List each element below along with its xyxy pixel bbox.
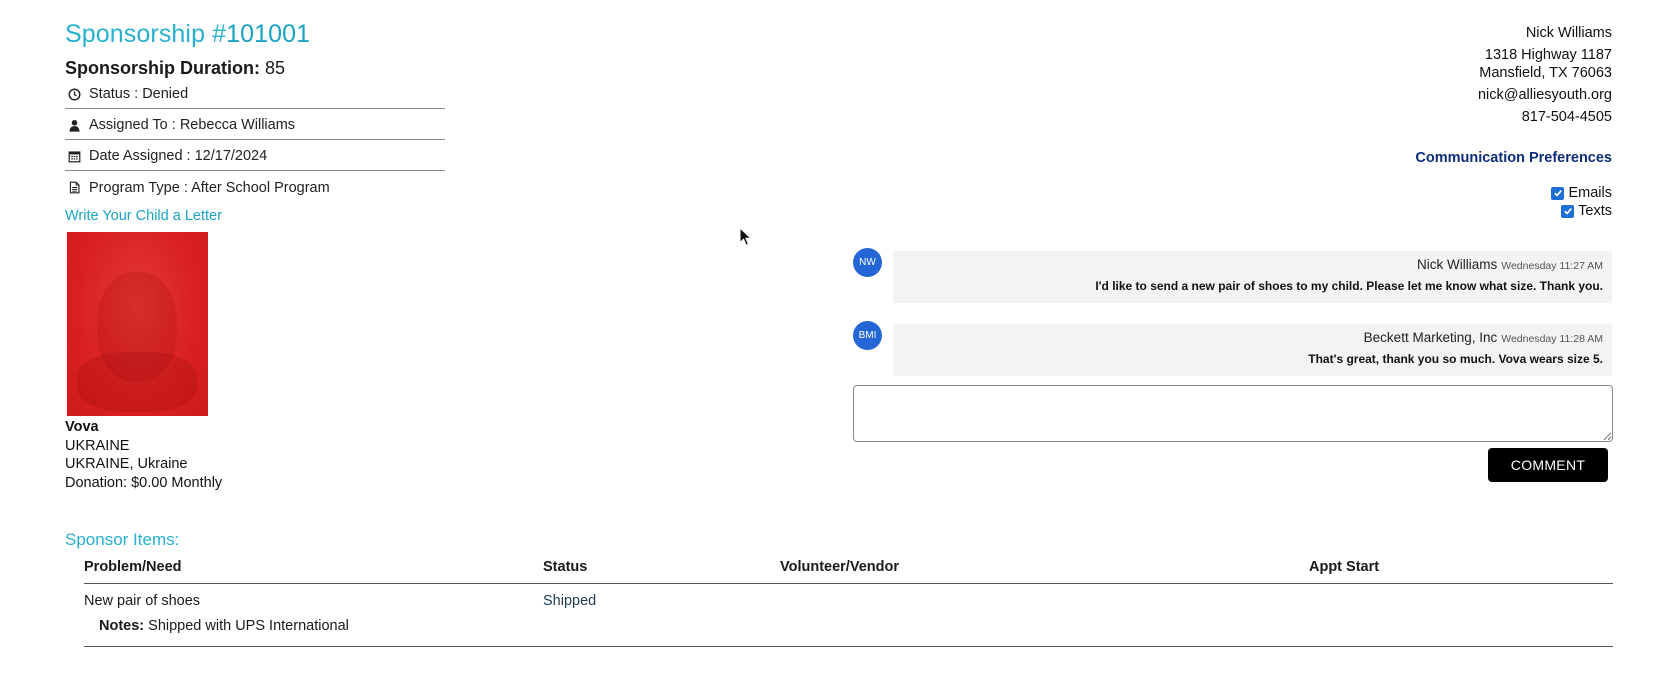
comment-bubble: Beckett Marketing, Inc Wednesday 11:28 AM… bbox=[893, 324, 1612, 376]
contact-name: Nick Williams bbox=[1525, 25, 1612, 41]
col-problem-need: Problem/Need bbox=[84, 559, 182, 575]
sponsor-items-title: Sponsor Items: bbox=[65, 530, 180, 549]
status-row: Status : Denied bbox=[65, 78, 445, 109]
sponsor-contact: Nick Williams 1318 Highway 1187 Mansfiel… bbox=[1478, 24, 1612, 126]
program-row: Program Type : After School Program bbox=[65, 171, 445, 202]
communication-preferences-title: Communication Preferences bbox=[1415, 150, 1612, 166]
contact-address1: 1318 Highway 1187 bbox=[1484, 47, 1612, 63]
child-country: UKRAINE bbox=[65, 437, 130, 454]
table-row: New pair of shoes Shipped bbox=[84, 584, 1613, 616]
comment-button[interactable]: COMMENT bbox=[1488, 448, 1608, 482]
emails-label: Emails bbox=[1568, 185, 1612, 201]
user-icon bbox=[65, 118, 83, 132]
child-name: Vova bbox=[65, 419, 99, 435]
comment-time: Wednesday 11:27 AM bbox=[1501, 260, 1603, 272]
sponsorship-number: 101001 bbox=[226, 20, 311, 48]
notes-label: Notes: bbox=[99, 618, 145, 634]
assigned-row: Assigned To : Rebecca Williams bbox=[65, 109, 445, 140]
document-icon bbox=[65, 181, 83, 195]
comment-header: Beckett Marketing, Inc Wednesday 11:28 AM bbox=[893, 330, 1603, 345]
contact-address2: Mansfield, TX 76063 bbox=[1479, 65, 1612, 81]
mouse-cursor-icon bbox=[739, 227, 753, 246]
table-header: Problem/Need Status Volunteer/Vendor App… bbox=[84, 552, 1613, 584]
col-volunteer-vendor: Volunteer/Vendor bbox=[780, 559, 899, 575]
comment-input[interactable] bbox=[853, 385, 1613, 442]
table-notes-row: Notes: Shipped with UPS International bbox=[84, 616, 1613, 647]
date-row: Date Assigned : 12/17/2024 bbox=[65, 140, 445, 171]
cell-status: Shipped bbox=[543, 593, 597, 609]
page-title: Sponsorship #101001 bbox=[65, 20, 310, 49]
comment-header: Nick Williams Wednesday 11:27 AM bbox=[893, 257, 1603, 272]
child-location: UKRAINE, Ukraine bbox=[65, 456, 188, 472]
comment-bubble: Nick Williams Wednesday 11:27 AM I'd like… bbox=[893, 251, 1612, 303]
contact-phone: 817-504-4505 bbox=[1521, 109, 1612, 125]
avatar: BMI bbox=[853, 321, 882, 350]
duration-value: 85 bbox=[265, 58, 286, 78]
col-appt-start: Appt Start bbox=[1309, 559, 1380, 575]
avatar: NW bbox=[853, 248, 882, 277]
comment-message: I'd like to send a new pair of shoes to … bbox=[1095, 279, 1603, 293]
duration-label: Sponsorship Duration: bbox=[65, 58, 260, 78]
sponsorship-duration: Sponsorship Duration: 85 bbox=[65, 58, 285, 79]
assigned-text: Assigned To : Rebecca Williams bbox=[89, 117, 296, 133]
clock-icon bbox=[65, 87, 83, 101]
date-text: Date Assigned : 12/17/2024 bbox=[89, 148, 268, 164]
pref-emails[interactable]: Emails bbox=[1551, 185, 1612, 201]
contact-email: nick@alliesyouth.org bbox=[1477, 87, 1612, 103]
child-info: Vova UKRAINE UKRAINE, Ukraine Donation: … bbox=[65, 418, 222, 492]
calendar-icon bbox=[65, 149, 83, 163]
cell-problem: New pair of shoes bbox=[84, 593, 201, 609]
comment-author: Nick Williams bbox=[1416, 257, 1498, 272]
notes-text: Shipped with UPS International bbox=[148, 618, 349, 634]
col-status: Status bbox=[543, 559, 588, 575]
comment-author: Beckett Marketing, Inc bbox=[1363, 330, 1498, 345]
title-prefix: Sponsorship # bbox=[65, 20, 227, 48]
status-text: Status : Denied bbox=[89, 86, 189, 102]
sponsor-items-table: Problem/Need Status Volunteer/Vendor App… bbox=[84, 552, 1613, 647]
comment-time: Wednesday 11:28 AM bbox=[1501, 333, 1603, 345]
child-donation: Donation: $0.00 Monthly bbox=[65, 474, 223, 491]
comment-message: That's great, thank you so much. Vova we… bbox=[1308, 352, 1603, 366]
texts-label: Texts bbox=[1578, 203, 1612, 219]
write-letter-link[interactable]: Write Your Child a Letter bbox=[65, 208, 222, 224]
child-photo bbox=[67, 232, 208, 416]
pref-texts[interactable]: Texts bbox=[1561, 203, 1612, 219]
program-text: Program Type : After School Program bbox=[89, 179, 330, 196]
texts-checkbox[interactable] bbox=[1561, 204, 1575, 218]
item-notes: Notes: Shipped with UPS International bbox=[99, 618, 349, 634]
emails-checkbox[interactable] bbox=[1551, 186, 1565, 200]
